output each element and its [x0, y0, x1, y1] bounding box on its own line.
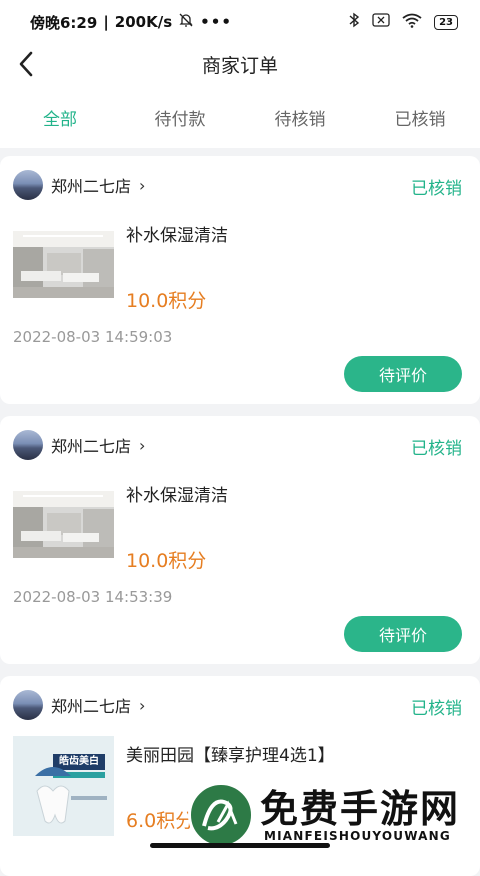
status-time: 傍晚6:29	[30, 13, 98, 32]
chevron-right-icon: ›	[139, 175, 146, 195]
order-status: 已核销	[411, 699, 462, 719]
shop-avatar	[13, 170, 43, 200]
shop-name: 郑州二七店	[51, 697, 132, 716]
shop-name: 郑州二七店	[51, 177, 132, 196]
tab-verified[interactable]: 已核销	[360, 84, 480, 148]
battery-icon: 23	[434, 14, 458, 30]
product-name: 补水保湿清洁	[126, 226, 228, 246]
review-button[interactable]: 待评价	[344, 616, 462, 652]
nav-header: 商家订单	[0, 44, 480, 84]
status-bar: 傍晚6:29 | 200K/s ••• 23	[0, 0, 480, 44]
shop-link[interactable]: 郑州二七店 ›	[13, 170, 145, 200]
network-speed: 200K/s	[114, 13, 173, 31]
product-price: 10.0积分	[126, 290, 207, 312]
product-name: 补水保湿清洁	[126, 486, 228, 506]
order-time: 2022-08-03 14:53:39	[13, 588, 173, 606]
tab-pending-verification[interactable]: 待核销	[240, 84, 360, 148]
chevron-right-icon: ›	[139, 435, 146, 455]
order-status: 已核销	[411, 179, 462, 199]
product-price: 6.0积分	[126, 810, 195, 832]
product-price: 10.0积分	[126, 550, 207, 572]
poster-text: 皓齿美白	[59, 756, 99, 767]
tab-all[interactable]: 全部	[0, 84, 120, 148]
shop-name: 郑州二七店	[51, 437, 132, 456]
watermark-title: 免费手游网	[260, 787, 461, 831]
tab-pending-payment[interactable]: 待付款	[120, 84, 240, 148]
shop-link[interactable]: 郑州二七店 ›	[13, 430, 145, 460]
more-icon: •••	[200, 13, 232, 31]
product-name: 美丽田园【臻享护理4选1】	[126, 746, 335, 766]
bluetooth-icon	[348, 12, 360, 32]
watermark: 免费手游网 MIANFEISHOUYOUWANG	[188, 776, 480, 853]
order-card[interactable]: 郑州二七店 › 已核销 补水保湿清洁 10.0积分 2022-08-03 14:…	[0, 416, 480, 664]
shop-link[interactable]: 郑州二七店 ›	[13, 690, 145, 720]
order-card[interactable]: 郑州二七店 › 已核销 补水保湿清洁 10.0积分 2022-08-03 14:…	[0, 156, 480, 404]
bell-muted-icon	[178, 12, 194, 32]
back-button[interactable]	[10, 48, 42, 80]
order-time: 2022-08-03 14:59:03	[13, 328, 173, 346]
product-image	[13, 491, 114, 558]
watermark-logo-icon	[188, 782, 254, 848]
back-arrow-icon	[19, 51, 33, 77]
page-title: 商家订单	[201, 54, 278, 77]
watermark-subtitle: MIANFEISHOUYOUWANG	[264, 829, 451, 843]
chevron-right-icon: ›	[139, 695, 146, 715]
status-separator: |	[103, 13, 109, 31]
shop-avatar	[13, 430, 43, 460]
wifi-icon	[402, 13, 422, 32]
product-image: 皓齿美白	[13, 736, 114, 836]
order-tabs: 全部 待付款 待核销 已核销	[0, 84, 480, 148]
shop-avatar	[13, 690, 43, 720]
sim-off-icon	[372, 13, 390, 31]
product-image	[13, 231, 114, 298]
home-indicator	[150, 843, 330, 848]
review-button[interactable]: 待评价	[344, 356, 462, 392]
order-status: 已核销	[411, 439, 462, 459]
